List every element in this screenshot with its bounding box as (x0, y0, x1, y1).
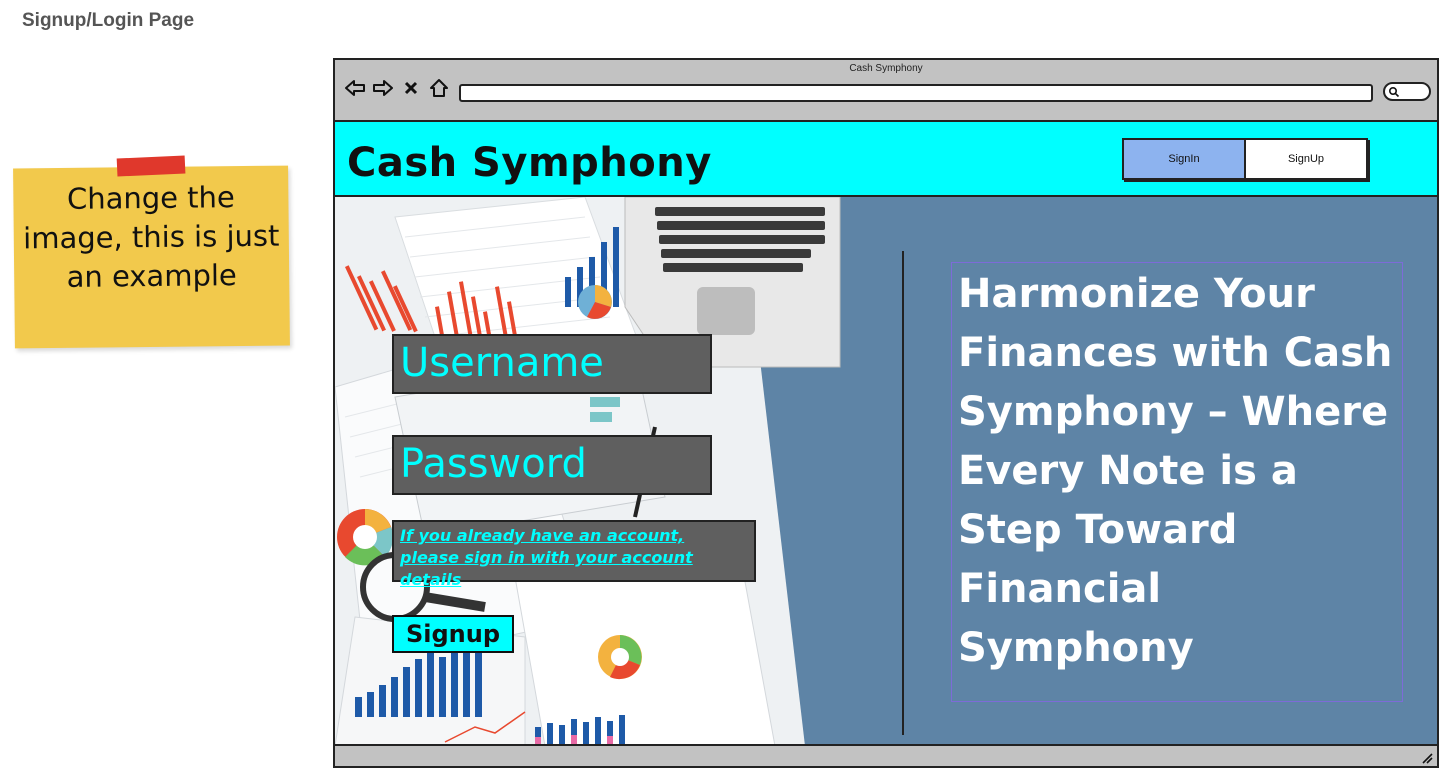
resize-grip-icon[interactable] (1419, 750, 1433, 764)
url-bar[interactable] (459, 84, 1373, 102)
back-arrow-icon[interactable] (344, 77, 366, 99)
home-icon[interactable] (428, 77, 450, 99)
content-divider (902, 251, 904, 735)
status-bar (335, 744, 1437, 766)
signup-button[interactable]: Signup (392, 615, 514, 653)
browser-nav (344, 77, 450, 99)
signin-hint-link[interactable]: If you already have an account, please s… (392, 520, 756, 589)
browser-window: Cash Symphony Cash Symphony SignIn SignU… (333, 58, 1439, 768)
close-icon[interactable] (400, 77, 422, 99)
auth-tabs: SignIn SignUp (1122, 138, 1368, 180)
forward-arrow-icon[interactable] (372, 77, 394, 99)
username-input[interactable]: Username (392, 334, 712, 394)
app-header: Cash Symphony SignIn SignUp (335, 120, 1437, 197)
sticky-note-text: Change the image, this is just an exampl… (23, 180, 280, 294)
page-label: Signup/Login Page (22, 10, 195, 31)
search-icon (1388, 86, 1400, 98)
tab-signin[interactable]: SignIn (1124, 140, 1246, 178)
tagline-box: Harmonize Your Finances with Cash Sympho… (951, 262, 1403, 702)
main-content: Username Password If you already have an… (335, 197, 1437, 746)
password-input[interactable]: Password (392, 435, 712, 495)
sticky-tape (116, 155, 186, 177)
tab-signup[interactable]: SignUp (1246, 140, 1366, 178)
tagline-text: Harmonize Your Finances with Cash Sympho… (958, 271, 1393, 671)
window-title: Cash Symphony (849, 63, 923, 74)
search-button[interactable] (1383, 82, 1431, 101)
sticky-note: Change the image, this is just an exampl… (13, 155, 290, 349)
brand-title: Cash Symphony (347, 140, 712, 186)
